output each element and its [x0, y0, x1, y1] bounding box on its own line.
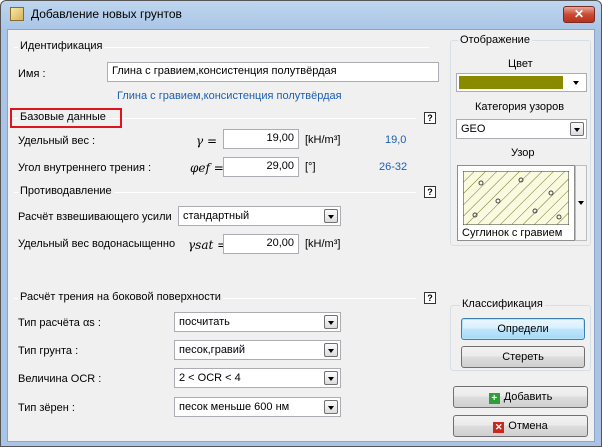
window-title: Добавление новых грунтов [31, 7, 182, 21]
alpha-type-value: посчитать [179, 316, 230, 328]
pattern-dropdown-button[interactable] [575, 165, 587, 241]
close-button[interactable]: ✕ [563, 6, 595, 23]
ocr-select[interactable]: 2 < OCR < 4 [174, 368, 341, 388]
friction-angle-hint: 26-32 [379, 161, 408, 173]
pattern-category-select[interactable]: GEO [456, 119, 587, 139]
cancel-button-label: Отмена [508, 420, 548, 432]
soil-type-label: Тип грунта : [18, 345, 79, 357]
chevron-down-icon[interactable] [324, 343, 338, 357]
unit-weight-unit: [kH/m³] [305, 134, 341, 146]
color-label: Цвет [508, 58, 533, 70]
add-button-label: Добавить [503, 391, 553, 403]
gravelly-loam-pattern-swatch [463, 171, 569, 225]
plus-icon: + [488, 393, 500, 404]
help-icon[interactable]: ? [424, 112, 436, 124]
pattern-name: Суглинок с гравием [462, 227, 563, 239]
soil-type-select[interactable]: песок,гравий [174, 340, 341, 360]
clear-button[interactable]: Стереть [461, 346, 585, 368]
saturated-weight-input[interactable]: 20,00 [223, 234, 299, 254]
color-swatch [459, 76, 563, 89]
name-label: Имя : [18, 68, 46, 80]
display-title: Отображение [458, 34, 532, 46]
unit-weight-hint: 19,0 [385, 134, 407, 146]
identification-title: Идентификация [18, 40, 105, 52]
saturated-weight-unit: [kH/m³] [305, 238, 341, 250]
cancel-button[interactable]: ✕ Отмена [453, 415, 588, 437]
classification-title: Классификация [460, 298, 545, 310]
pattern-category-label: Категория узоров [475, 101, 565, 113]
ocr-value: 2 < OCR < 4 [179, 372, 241, 384]
pattern-category-value: GEO [461, 123, 486, 135]
friction-angle-label: Угол внутреннего трения : [18, 162, 152, 174]
chevron-down-icon[interactable] [324, 209, 338, 223]
name-hint: Глина с гравием,консистенция полутвёрдая [117, 90, 342, 102]
pattern-preview[interactable]: Суглинок с гравием [457, 165, 575, 241]
ocr-label: Величина OCR : [18, 373, 102, 385]
uplift-title: Противодавление [18, 185, 114, 197]
chevron-down-icon[interactable] [324, 315, 338, 329]
alpha-type-select[interactable]: посчитать [174, 312, 341, 332]
friction-angle-input[interactable]: 29,00 [223, 157, 299, 177]
dialog-window: Добавление новых грунтов ✕ Идентификация… [0, 0, 602, 447]
add-button[interactable]: + Добавить [453, 386, 588, 408]
grain-type-label: Тип зёрен : [18, 402, 75, 414]
help-icon[interactable]: ? [424, 186, 436, 198]
name-input[interactable]: Глина с гравием,консистенция полутвёрдая [107, 62, 439, 82]
phi-symbol: φef = [190, 161, 224, 175]
chevron-down-icon[interactable] [570, 122, 584, 136]
pattern-label: Узор [511, 147, 535, 159]
grain-type-value: песок меньше 600 нм [179, 401, 290, 413]
chevron-down-icon[interactable] [324, 371, 338, 385]
app-icon [10, 7, 24, 21]
cancel-icon: ✕ [493, 422, 505, 433]
unit-weight-label: Удельный вес : [18, 135, 96, 147]
alpha-type-label: Тип расчёта αs : [18, 317, 101, 329]
gamma-symbol: γ = [196, 134, 218, 148]
saturated-weight-label: Удельный вес водонасыщенно [18, 238, 176, 250]
chevron-down-icon[interactable] [324, 400, 338, 414]
skin-friction-title: Расчёт трения на боковой поверхности [18, 291, 223, 303]
uplift-calc-value: стандартный [183, 210, 250, 222]
help-icon[interactable]: ? [424, 292, 436, 304]
dialog-client: Идентификация Имя : Глина с гравием,конс… [7, 29, 595, 442]
classify-button[interactable]: Определи [461, 318, 585, 340]
soil-type-value: песок,гравий [179, 344, 246, 356]
uplift-calc-select[interactable]: стандартный [178, 206, 341, 226]
unit-weight-input[interactable]: 19,00 [223, 129, 299, 149]
friction-angle-unit: [°] [305, 161, 316, 173]
chevron-down-icon[interactable] [570, 76, 584, 90]
grain-type-select[interactable]: песок меньше 600 нм [174, 397, 341, 417]
color-select[interactable] [456, 73, 587, 92]
gamma-sat-symbol: γsat = [188, 238, 228, 252]
basic-data-title: Базовые данные [18, 111, 108, 123]
chevron-down-icon [578, 201, 584, 205]
title-bar[interactable]: Добавление новых грунтов ✕ [1, 1, 601, 29]
uplift-calc-label: Расчёт взвешивающего усили [18, 211, 172, 223]
